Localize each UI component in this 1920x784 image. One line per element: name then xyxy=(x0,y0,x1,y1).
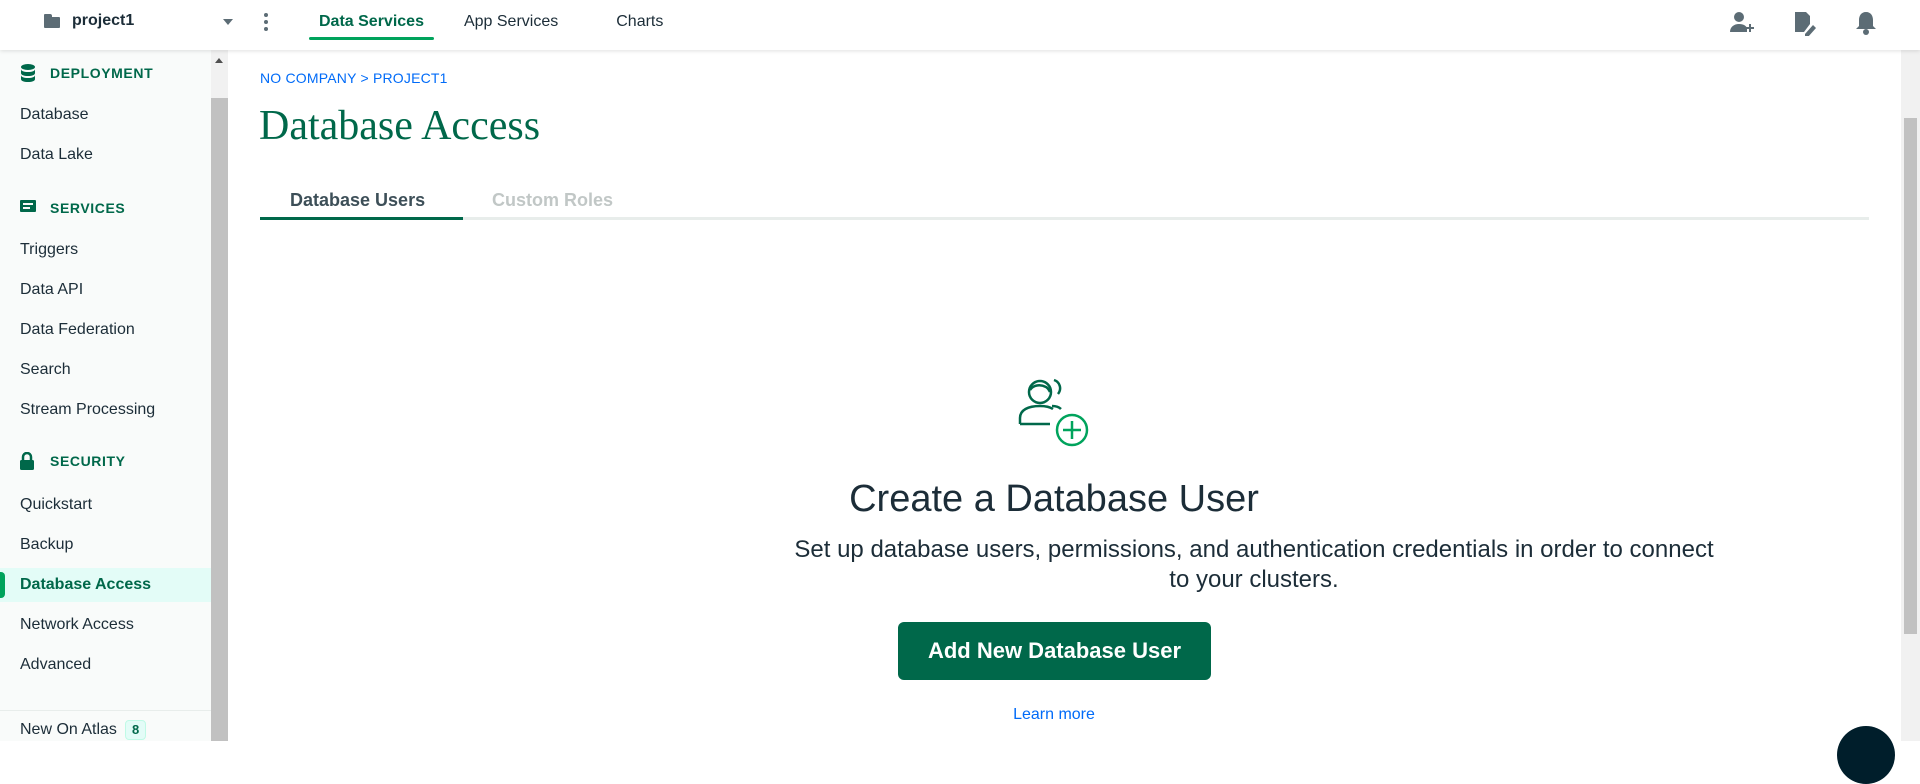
section-security: SECURITY xyxy=(20,451,126,470)
empty-state-heading: Create a Database User xyxy=(849,478,1259,520)
new-on-atlas-count-badge: 8 xyxy=(124,720,147,740)
breadcrumb[interactable]: NO COMPANY > PROJECT1 xyxy=(260,70,448,86)
more-options-icon[interactable] xyxy=(264,13,268,31)
main-content: NO COMPANY > PROJECT1 Database Access Da… xyxy=(228,50,1901,741)
chat-widget-button[interactable] xyxy=(1837,726,1895,784)
sidebar-item-database-access[interactable]: Database Access xyxy=(0,568,211,602)
learn-more-link[interactable]: Learn more xyxy=(228,706,1880,724)
tab-charts[interactable]: Charts xyxy=(606,0,673,50)
sidebar-item-data-api[interactable]: Data API xyxy=(0,273,211,307)
sidebar-item-data-lake[interactable]: Data Lake xyxy=(0,138,211,172)
empty-state-description: Set up database users, permissions, and … xyxy=(794,536,1714,593)
database-icon xyxy=(20,64,38,82)
project-selector[interactable]: project1 xyxy=(44,12,134,30)
tab-data-services[interactable]: Data Services xyxy=(309,0,434,50)
tab-custom-roles[interactable]: Custom Roles xyxy=(492,190,613,211)
bell-icon[interactable] xyxy=(1854,10,1878,36)
active-tab-indicator xyxy=(260,217,463,220)
access-tabs: Database Users Custom Roles xyxy=(260,182,1869,220)
tab-app-services[interactable]: App Services xyxy=(454,0,568,50)
scroll-up-arrow-icon[interactable] xyxy=(215,58,223,63)
sidebar-item-search[interactable]: Search xyxy=(0,353,211,387)
sidebar-item-quickstart[interactable]: Quickstart xyxy=(0,488,211,522)
sidebar-item-advanced[interactable]: Advanced xyxy=(0,648,211,682)
folder-icon xyxy=(44,14,62,28)
tab-database-users[interactable]: Database Users xyxy=(290,190,425,211)
chevron-down-icon[interactable] xyxy=(223,19,233,25)
sidebar-item-stream-processing[interactable]: Stream Processing xyxy=(0,393,211,427)
top-navigation-bar: project1 Data Services App Services Char… xyxy=(0,0,1920,50)
project-name: project1 xyxy=(72,12,135,29)
new-on-atlas-link[interactable]: New On Atlas 8 xyxy=(20,720,147,740)
section-deployment: DEPLOYMENT xyxy=(20,64,153,82)
add-user-icon[interactable] xyxy=(1730,10,1754,36)
page-title: Database Access xyxy=(259,103,541,149)
services-icon xyxy=(20,199,38,217)
main-scrollbar[interactable] xyxy=(1901,50,1920,741)
main-scrollbar-thumb[interactable] xyxy=(1904,118,1917,634)
product-tabs: Data Services App Services Charts xyxy=(309,0,673,50)
sidebar: DEPLOYMENT Database Data Lake SERVICES T… xyxy=(0,50,211,741)
sidebar-scrollbar[interactable] xyxy=(211,50,228,741)
section-services: SERVICES xyxy=(20,199,125,217)
sidebar-divider xyxy=(0,710,211,711)
sidebar-item-network-access[interactable]: Network Access xyxy=(0,608,211,642)
lock-icon xyxy=(20,451,38,470)
sidebar-item-backup[interactable]: Backup xyxy=(0,528,211,562)
sidebar-item-triggers[interactable]: Triggers xyxy=(0,233,211,267)
sidebar-item-database[interactable]: Database xyxy=(0,98,211,132)
add-new-database-user-button[interactable]: Add New Database User xyxy=(898,622,1211,680)
sidebar-scrollbar-thumb[interactable] xyxy=(211,98,228,741)
edit-document-icon[interactable] xyxy=(1792,10,1816,37)
sidebar-item-data-federation[interactable]: Data Federation xyxy=(0,313,211,347)
add-database-user-icon xyxy=(1014,374,1094,454)
